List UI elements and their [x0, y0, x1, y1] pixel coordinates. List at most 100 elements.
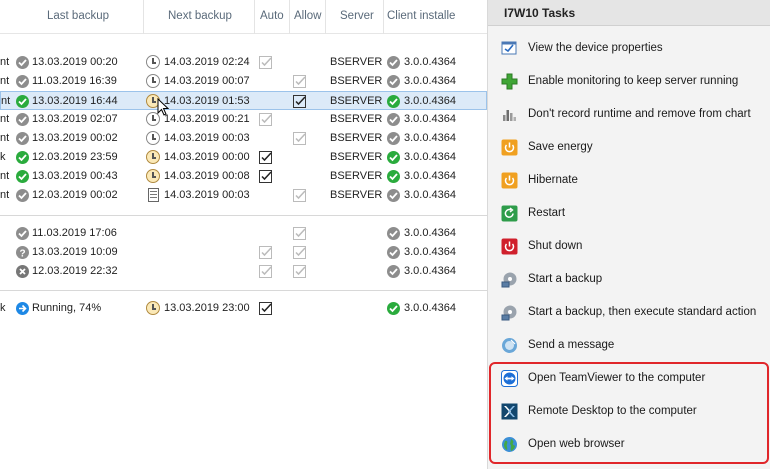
- check-circle-icon: [387, 246, 400, 259]
- message-icon: [502, 338, 517, 353]
- table-row[interactable]: nt 13.03.2019 00:20 14.03.2019 02:24 BSE…: [0, 53, 487, 72]
- auto-checkbox[interactable]: [259, 265, 272, 278]
- backup-icon: [501, 272, 517, 288]
- highlight-box: [489, 362, 769, 464]
- running-arrow-icon: [16, 302, 29, 315]
- table-row[interactable]: k Running, 74% 13.03.2019 23:00 3.0.0.43…: [0, 299, 487, 318]
- table-row[interactable]: ? 13.03.2019 10:09 3.0.0.4364: [0, 243, 487, 262]
- column-separator[interactable]: [325, 0, 326, 34]
- column-separator[interactable]: [289, 0, 290, 34]
- status-text: k: [0, 151, 6, 163]
- status-text: k: [0, 302, 6, 314]
- task-label: Hibernate: [528, 174, 578, 186]
- auto-checkbox[interactable]: [259, 246, 272, 259]
- table-row[interactable]: 12.03.2019 22:32 3.0.0.4364: [0, 262, 487, 281]
- table-row[interactable]: nt 13.03.2019 02:07 14.03.2019 00:21 BSE…: [0, 110, 487, 129]
- task-start-backup[interactable]: Start a backup: [496, 265, 764, 293]
- check-circle-icon: [387, 302, 400, 315]
- table-row[interactable]: nt 13.03.2019 00:02 14.03.2019 00:03 BSE…: [0, 129, 487, 148]
- allow-checkbox[interactable]: [293, 189, 306, 202]
- check-circle-icon: [387, 189, 400, 202]
- task-restart[interactable]: Restart: [496, 199, 764, 227]
- client-version: 3.0.0.4364: [404, 246, 456, 258]
- clock-icon: [146, 150, 160, 164]
- task-send-message[interactable]: Send a message: [496, 331, 764, 359]
- task-dont-record-runtime[interactable]: Don't record runtime and remove from cha…: [496, 100, 764, 128]
- column-client-installed[interactable]: Client installe: [387, 0, 455, 34]
- clock-icon: [146, 169, 160, 183]
- task-save-energy[interactable]: Save energy: [496, 133, 764, 161]
- column-next-backup[interactable]: Next backup: [168, 0, 232, 34]
- client-version: 3.0.0.4364: [404, 132, 456, 144]
- allow-checkbox[interactable]: [293, 265, 306, 278]
- allow-checkbox[interactable]: [293, 246, 306, 259]
- server-value: BSERVER: [330, 151, 383, 163]
- task-label: Enable monitoring to keep server running: [528, 75, 739, 87]
- last-backup-value: 13.03.2019 10:09: [32, 246, 118, 258]
- status-text: nt: [0, 75, 10, 87]
- task-view-device-properties[interactable]: View the device properties: [496, 34, 764, 62]
- column-server[interactable]: Server: [340, 0, 374, 34]
- column-last-backup[interactable]: Last backup: [47, 0, 109, 34]
- table-row[interactable]: 11.03.2019 17:06 3.0.0.4364: [0, 224, 487, 243]
- task-enable-monitoring[interactable]: Enable monitoring to keep server running: [496, 67, 764, 95]
- status-text: nt: [0, 132, 10, 144]
- last-backup-value: 13.03.2019 00:20: [32, 56, 118, 68]
- allow-checkbox[interactable]: [293, 75, 306, 88]
- task-label: Save energy: [528, 141, 593, 153]
- clock-icon: [146, 131, 160, 145]
- task-hibernate[interactable]: Hibernate: [496, 166, 764, 194]
- check-circle-icon: [387, 75, 400, 88]
- error-circle-icon: [16, 265, 29, 278]
- server-value: BSERVER: [330, 189, 383, 201]
- status-text: nt: [0, 170, 10, 182]
- table-row[interactable]: nt 12.03.2019 00:02 14.03.2019 00:03 BSE…: [0, 186, 487, 205]
- column-allow[interactable]: Allow: [294, 0, 321, 34]
- client-version: 3.0.0.4364: [404, 75, 456, 87]
- last-backup-value: 13.03.2019 16:44: [32, 95, 118, 107]
- client-version: 3.0.0.4364: [404, 151, 456, 163]
- task-shut-down[interactable]: Shut down: [496, 232, 764, 260]
- last-backup-value: Running, 74%: [32, 302, 102, 314]
- client-version: 3.0.0.4364: [404, 113, 456, 125]
- table-row[interactable]: k 12.03.2019 23:59 14.03.2019 00:00 BSER…: [0, 148, 487, 167]
- next-backup-value: 14.03.2019 00:03: [164, 132, 250, 144]
- auto-checkbox[interactable]: [259, 151, 272, 164]
- svg-text:?: ?: [20, 249, 26, 260]
- table-row[interactable]: nt 13.03.2019 00:43 14.03.2019 00:08 BSE…: [0, 167, 487, 186]
- restart-icon: [501, 205, 518, 222]
- check-circle-icon: [16, 113, 29, 126]
- check-circle-icon: [16, 170, 29, 183]
- column-separator[interactable]: [143, 0, 144, 34]
- next-backup-value: 14.03.2019 00:07: [164, 75, 250, 87]
- auto-checkbox[interactable]: [259, 56, 272, 69]
- server-value: BSERVER: [330, 113, 383, 125]
- auto-checkbox[interactable]: [259, 302, 272, 315]
- auto-checkbox[interactable]: [259, 113, 272, 126]
- check-circle-icon: [387, 227, 400, 240]
- client-version: 3.0.0.4364: [404, 170, 456, 182]
- allow-checkbox[interactable]: [293, 132, 306, 145]
- server-value: BSERVER: [330, 56, 383, 68]
- task-label: View the device properties: [528, 42, 663, 54]
- table-row-selected[interactable]: nt 13.03.2019 16:44 14.03.2019 01:53 BSE…: [0, 91, 487, 110]
- last-backup-value: 11.03.2019 16:39: [32, 75, 117, 87]
- task-label: Restart: [528, 207, 566, 219]
- column-separator[interactable]: [254, 0, 255, 34]
- server-value: BSERVER: [330, 170, 383, 182]
- status-text: nt: [0, 113, 10, 125]
- allow-checkbox[interactable]: [293, 227, 306, 240]
- auto-checkbox[interactable]: [259, 170, 272, 183]
- check-circle-icon: [387, 113, 400, 126]
- check-circle-icon: [387, 56, 400, 69]
- column-separator[interactable]: [383, 0, 384, 34]
- plus-icon: [501, 73, 518, 90]
- check-circle-icon: [16, 95, 29, 108]
- grid-header: Last backup Next backup Auto Allow Serve…: [0, 0, 487, 34]
- next-backup-value: 14.03.2019 01:53: [164, 95, 250, 107]
- table-row[interactable]: nt 11.03.2019 16:39 14.03.2019 00:07 BSE…: [0, 72, 487, 91]
- check-circle-icon: [16, 56, 29, 69]
- task-start-backup-then-action[interactable]: Start a backup, then execute standard ac…: [496, 298, 764, 326]
- column-auto[interactable]: Auto: [260, 0, 284, 34]
- allow-checkbox[interactable]: [293, 95, 306, 108]
